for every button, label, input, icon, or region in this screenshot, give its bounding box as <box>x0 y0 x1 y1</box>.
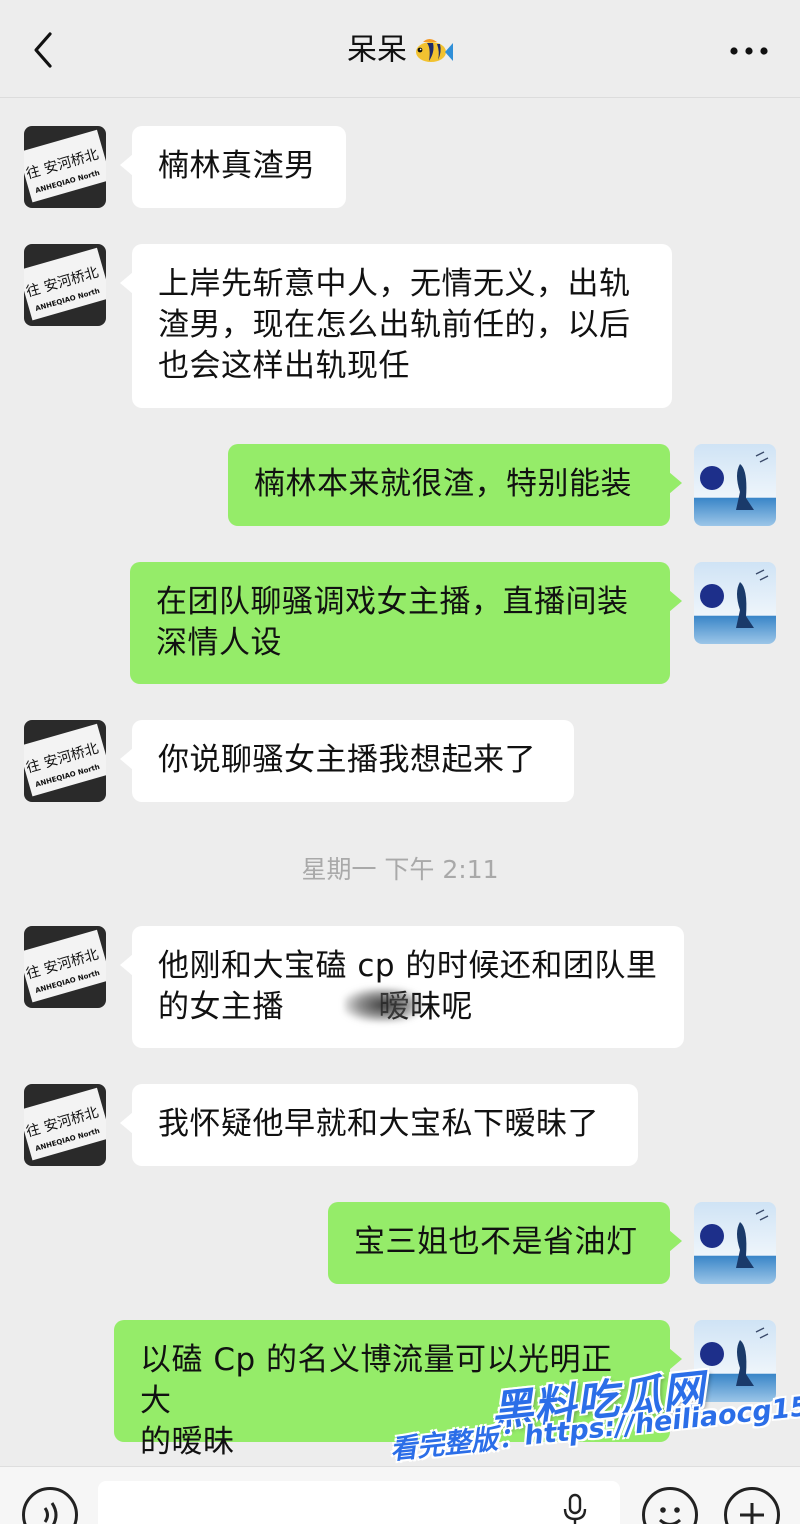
redaction-blur <box>344 988 422 1022</box>
chat-title-text: 呆呆 <box>347 32 407 68</box>
message-bubble-incoming[interactable]: 他刚和大宝磕 cp 的时候还和团队里 的女主播 暧昧呢 <box>120 926 684 1048</box>
message-text-line: 在团队聊骚调戏女主播，直播间装 <box>156 584 629 620</box>
message-text-line: 渣男，现在怎么出轨前任的，以后 <box>158 307 631 343</box>
message-text-line: 上岸先斩意中人，无情无义，出轨 <box>158 266 631 302</box>
my-avatar[interactable] <box>694 562 776 644</box>
contact-avatar[interactable]: 往 安河桥北 ANHEQIAO North <box>24 126 106 208</box>
voice-button[interactable] <box>22 1487 78 1524</box>
message-text-line: 深情人设 <box>156 625 282 661</box>
message-text: 我怀疑他早就和大宝私下暧昧了 <box>158 1106 599 1142</box>
message-bubble-incoming[interactable]: 楠林真渣男 <box>120 126 346 208</box>
chat-screen: 呆呆 往 安河桥北 ANHEQIAO North 楠林真渣男 往 安河桥北 AN… <box>0 0 800 1524</box>
mic-icon[interactable] <box>560 1493 590 1524</box>
message-text: 你说聊骚女主播我想起来了 <box>158 742 536 778</box>
message-text: 宝三姐也不是省油灯 <box>354 1224 638 1260</box>
message-bubble-incoming[interactable]: 上岸先斩意中人，无情无义，出轨 渣男，现在怎么出轨前任的，以后 也会这样出轨现任 <box>120 244 672 408</box>
message-text: 楠林真渣男 <box>158 148 316 184</box>
more-options-button[interactable] <box>726 36 772 66</box>
fish-emoji-icon <box>416 38 453 62</box>
my-avatar[interactable] <box>694 444 776 526</box>
input-bar <box>0 1466 800 1524</box>
plus-icon <box>740 1503 764 1524</box>
message-bubble-outgoing[interactable]: 楠林本来就很渣，特别能装 <box>228 444 682 526</box>
message-text-line: 也会这样出轨现任 <box>158 348 410 384</box>
contact-avatar[interactable]: 往 安河桥北 ANHEQIAO North <box>24 244 106 326</box>
contact-avatar[interactable]: 往 安河桥北 ANHEQIAO North <box>24 926 106 1008</box>
voice-icon <box>43 1502 58 1524</box>
message-input[interactable] <box>98 1481 620 1524</box>
contact-avatar[interactable]: 往 安河桥北 ANHEQIAO North <box>24 720 106 802</box>
message-bubble-outgoing[interactable]: 宝三姐也不是省油灯 <box>328 1202 682 1284</box>
message-text-line: 他刚和大宝磕 cp 的时候还和团队里 <box>158 948 658 984</box>
contact-avatar[interactable]: 往 安河桥北 ANHEQIAO North <box>24 1084 106 1166</box>
message-bubble-outgoing[interactable]: 在团队聊骚调戏女主播，直播间装 深情人设 <box>130 562 682 684</box>
message-bubble-incoming[interactable]: 我怀疑他早就和大宝私下暧昧了 <box>120 1084 638 1166</box>
more-horizontal-icon <box>730 47 768 55</box>
emoji-button[interactable] <box>642 1487 698 1524</box>
timestamp-separator: 星期一 下午 2:11 <box>301 855 499 884</box>
message-bubble-incoming[interactable]: 你说聊骚女主播我想起来了 <box>120 720 574 802</box>
chat-header: 呆呆 <box>0 0 800 98</box>
emoji-icon <box>658 1507 682 1524</box>
message-text: 楠林本来就很渣，特别能装 <box>254 466 632 502</box>
my-avatar[interactable] <box>694 1202 776 1284</box>
plus-button[interactable] <box>724 1487 780 1524</box>
chat-title: 呆呆 <box>0 28 800 73</box>
